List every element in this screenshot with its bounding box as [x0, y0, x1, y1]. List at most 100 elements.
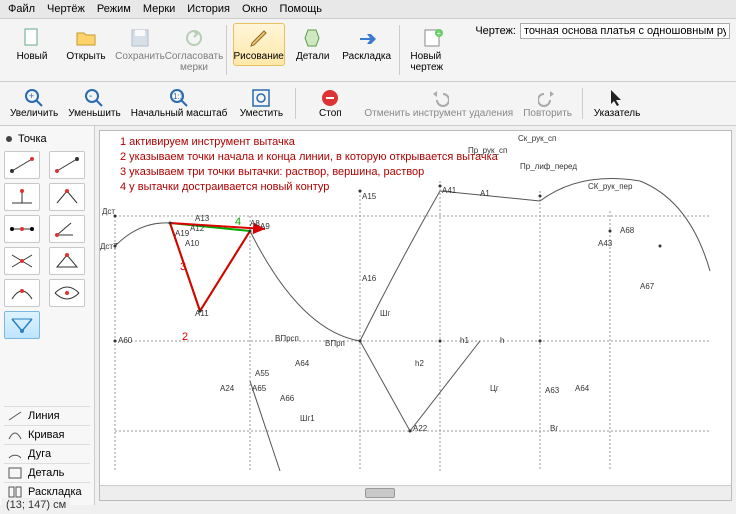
new-drawing-icon: +	[422, 27, 444, 49]
redo-button[interactable]: Повторить	[519, 86, 576, 121]
save-icon	[129, 27, 151, 49]
cursor-icon	[607, 88, 627, 108]
svg-text:А65: А65	[252, 384, 267, 393]
svg-text:А55: А55	[255, 369, 270, 378]
open-button[interactable]: Открыть	[60, 23, 112, 66]
callout-4: 4	[235, 216, 241, 228]
zoom-default-button[interactable]: 1:1Начальный масштаб	[127, 86, 232, 121]
svg-text:А10: А10	[185, 239, 200, 248]
section-arc[interactable]: Дуга	[4, 444, 90, 463]
drawing-label: Чертеж:	[475, 25, 516, 37]
tool-dart[interactable]	[4, 311, 40, 339]
stop-button[interactable]: Стоп	[302, 86, 358, 121]
svg-text:-: -	[89, 91, 92, 102]
tool-triangle[interactable]	[49, 247, 85, 275]
menu-measures[interactable]: Мерки	[143, 3, 175, 15]
detail-icon: →	[302, 27, 324, 49]
svg-text:А16: А16	[362, 274, 377, 283]
zoom-reset-icon: 1:1	[169, 88, 189, 108]
tool-section-point[interactable]: Точка	[4, 130, 90, 151]
svg-text:А13: А13	[195, 214, 210, 223]
details-button[interactable]: →Детали	[287, 23, 339, 66]
undo-icon	[429, 88, 449, 108]
document-icon	[21, 27, 43, 49]
svg-text:А11: А11	[195, 309, 209, 318]
draw-mode-button[interactable]: Рисование	[233, 23, 285, 66]
svg-text:h1: h1	[460, 336, 469, 345]
new-button[interactable]: Новый	[6, 23, 58, 66]
zoom-in-button[interactable]: +Увеличить	[6, 86, 62, 121]
zoom-fit-button[interactable]: Уместить	[233, 86, 289, 121]
svg-text:А41: А41	[442, 186, 457, 195]
new-drawing-button[interactable]: +Новый чертеж	[405, 23, 461, 77]
menu-bar: Файл Чертёж Режим Мерки История Окно Пом…	[0, 0, 736, 19]
zoom-out-button[interactable]: -Уменьшить	[64, 86, 124, 121]
scrollbar-thumb[interactable]	[365, 488, 395, 498]
svg-text:Шг1: Шг1	[300, 414, 315, 423]
line-icon	[8, 410, 22, 422]
svg-text:А66: А66	[280, 394, 295, 403]
callout-3: 3	[180, 261, 186, 273]
tool-bisector[interactable]	[49, 183, 85, 211]
arrow-right-icon	[356, 27, 378, 49]
svg-text:1:1: 1:1	[173, 92, 185, 101]
layout-section-icon	[8, 486, 22, 498]
curve-icon	[8, 429, 22, 441]
tool-point-on-line[interactable]	[49, 151, 85, 179]
svg-text:h: h	[500, 336, 504, 345]
svg-text:А1: А1	[480, 189, 490, 198]
svg-text:СК_рук_пер: СК_рук_пер	[588, 182, 633, 191]
svg-text:+: +	[29, 91, 34, 101]
drawing-canvas[interactable]: 1 активируем инструмент вытачка 2 указыв…	[99, 130, 732, 501]
tool-angle[interactable]	[49, 215, 85, 243]
zoom-in-icon: +	[24, 88, 44, 108]
section-curve[interactable]: Кривая	[4, 425, 90, 444]
menu-file[interactable]: Файл	[8, 3, 35, 15]
drawing-name-input[interactable]	[520, 23, 730, 39]
horizontal-scrollbar[interactable]	[100, 485, 731, 500]
fit-icon	[251, 88, 271, 108]
save-button[interactable]: Сохранить	[114, 23, 166, 66]
svg-text:Шг: Шг	[380, 309, 390, 318]
stop-icon	[320, 88, 340, 108]
tool-intersect[interactable]	[4, 247, 40, 275]
arc-icon	[8, 448, 22, 460]
sync-measures-button[interactable]: Согласовать мерки	[168, 23, 220, 77]
tool-arc-intersect[interactable]	[49, 279, 85, 307]
svg-text:А15: А15	[362, 192, 377, 201]
menu-help[interactable]: Помощь	[280, 3, 323, 15]
svg-text:А63: А63	[545, 386, 560, 395]
svg-text:А60: А60	[118, 336, 133, 345]
svg-text:А22: А22	[413, 424, 428, 433]
svg-text:А8: А8	[250, 219, 260, 228]
svg-text:Вг: Вг	[550, 424, 558, 433]
tool-perpendicular[interactable]	[4, 183, 40, 211]
pencil-icon	[248, 27, 270, 49]
tool-shoulder[interactable]	[4, 215, 40, 243]
layout-button[interactable]: Раскладка	[341, 23, 393, 66]
svg-text:А67: А67	[640, 282, 655, 291]
menu-window[interactable]: Окно	[242, 3, 268, 15]
section-detail[interactable]: Деталь	[4, 463, 90, 482]
work-area: Точка Линия Кривая Дуга Деталь Раскладка…	[0, 126, 736, 505]
detail-section-icon	[8, 467, 22, 479]
svg-text:h2: h2	[415, 359, 424, 368]
menu-history[interactable]: История	[187, 3, 230, 15]
status-bar-coords: (13; 147) см	[2, 498, 70, 512]
svg-text:Пр_лиф_перед: Пр_лиф_перед	[520, 162, 577, 171]
pointer-button[interactable]: Указатель	[589, 86, 645, 121]
svg-text:Ск_рук_сп: Ск_рук_сп	[518, 134, 556, 143]
svg-text:ВПрсп: ВПрсп	[275, 334, 299, 343]
view-toolbar: +Увеличить -Уменьшить 1:1Начальный масшт…	[0, 82, 736, 126]
tool-arc-point[interactable]	[4, 279, 40, 307]
svg-text:А64: А64	[575, 384, 590, 393]
svg-text:Дст: Дст	[102, 207, 115, 216]
tool-segment[interactable]	[4, 151, 40, 179]
svg-text:Цг: Цг	[490, 384, 499, 393]
main-toolbar: Новый Открыть Сохранить Согласовать мерк…	[0, 19, 736, 82]
zoom-out-icon: -	[84, 88, 104, 108]
menu-drawing[interactable]: Чертёж	[47, 3, 85, 15]
undo-delete-button[interactable]: Отменить инструмент удаления	[360, 86, 517, 121]
menu-mode[interactable]: Режим	[97, 3, 131, 15]
section-line[interactable]: Линия	[4, 406, 90, 425]
